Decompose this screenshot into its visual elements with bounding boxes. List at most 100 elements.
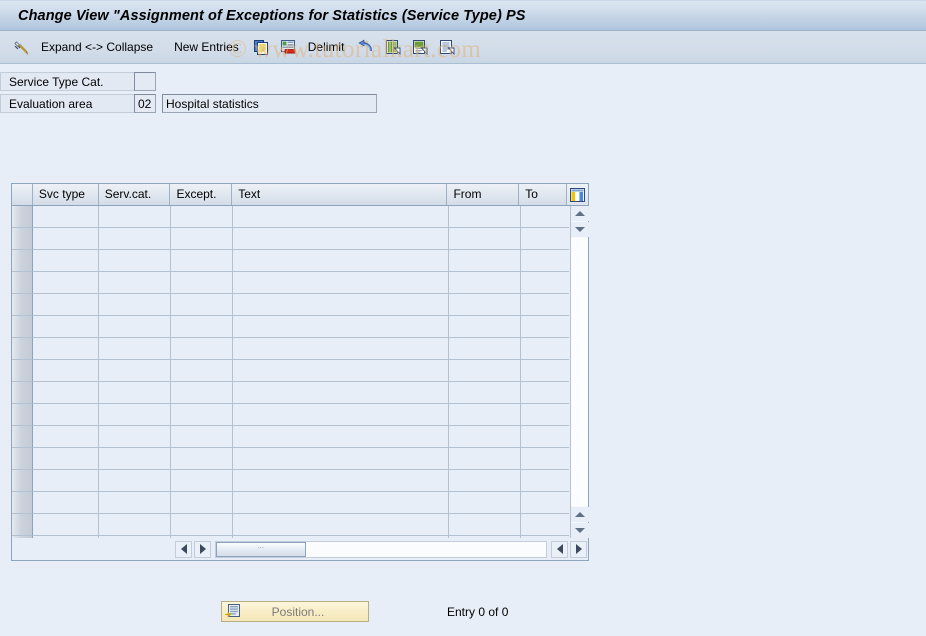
column-header-except[interactable]: Except.: [170, 184, 233, 205]
table-horizontal-scrollbar[interactable]: ⋯: [12, 538, 588, 560]
cell-svc_type[interactable]: [33, 404, 99, 426]
hscroll-left-button-end[interactable]: [551, 540, 568, 558]
cell-to[interactable]: [521, 470, 569, 492]
cell-except[interactable]: [171, 250, 233, 272]
expand-collapse-button[interactable]: Expand <-> Collapse: [35, 36, 162, 59]
cell-serv_cat[interactable]: [99, 404, 171, 426]
cell-text[interactable]: [233, 382, 449, 404]
service-type-cat-input[interactable]: [134, 72, 156, 91]
cell-to[interactable]: [521, 514, 569, 536]
table-row[interactable]: [12, 228, 570, 250]
cell-serv_cat[interactable]: [99, 294, 171, 316]
hscroll-thumb[interactable]: ⋯: [216, 541, 306, 557]
cell-svc_type[interactable]: [33, 206, 99, 228]
cell-except[interactable]: [171, 426, 233, 448]
cell-to[interactable]: [521, 360, 569, 382]
cell-svc_type[interactable]: [33, 250, 99, 272]
cell-to[interactable]: [521, 448, 569, 470]
cell-svc_type[interactable]: [33, 272, 99, 294]
cell-text[interactable]: [233, 338, 449, 360]
table-row[interactable]: [12, 272, 570, 294]
cell-except[interactable]: [171, 470, 233, 492]
row-selector[interactable]: [12, 250, 33, 272]
cell-from[interactable]: [449, 316, 521, 338]
cell-serv_cat[interactable]: [99, 338, 171, 360]
cell-from[interactable]: [449, 250, 521, 272]
cell-serv_cat[interactable]: [99, 316, 171, 338]
row-selector[interactable]: [12, 272, 33, 294]
cell-to[interactable]: [521, 492, 569, 514]
cell-text[interactable]: [233, 272, 449, 294]
cell-from[interactable]: [449, 382, 521, 404]
cell-to[interactable]: [521, 316, 569, 338]
cell-text[interactable]: [233, 360, 449, 382]
evaluation-area-key-input[interactable]: [134, 94, 156, 113]
row-selector[interactable]: [12, 382, 33, 404]
cell-serv_cat[interactable]: [99, 272, 171, 294]
table-row[interactable]: [12, 382, 570, 404]
cell-serv_cat[interactable]: [99, 206, 171, 228]
cell-serv_cat[interactable]: [99, 470, 171, 492]
cell-text[interactable]: [233, 514, 449, 536]
expand-collapse-icon-button[interactable]: [8, 36, 35, 59]
delete-button[interactable]: [275, 36, 302, 59]
cell-text[interactable]: [233, 316, 449, 338]
cell-serv_cat[interactable]: [99, 514, 171, 536]
cell-svc_type[interactable]: [33, 426, 99, 448]
cell-to[interactable]: [521, 426, 569, 448]
cell-except[interactable]: [171, 316, 233, 338]
cell-text[interactable]: [233, 228, 449, 250]
cell-except[interactable]: [171, 206, 233, 228]
hscroll-right-button[interactable]: [194, 540, 211, 558]
cell-to[interactable]: [521, 382, 569, 404]
cell-to[interactable]: [521, 404, 569, 426]
row-selector[interactable]: [12, 514, 33, 536]
cell-svc_type[interactable]: [33, 360, 99, 382]
details-button[interactable]: [434, 36, 461, 59]
hscroll-left-button[interactable]: [175, 540, 192, 558]
row-selector[interactable]: [12, 206, 33, 228]
table-row[interactable]: [12, 470, 570, 492]
table-row[interactable]: [12, 448, 570, 470]
row-selector[interactable]: [12, 404, 33, 426]
cell-from[interactable]: [449, 426, 521, 448]
row-selector[interactable]: [12, 426, 33, 448]
cell-except[interactable]: [171, 404, 233, 426]
cell-text[interactable]: [233, 470, 449, 492]
position-button[interactable]: Position...: [221, 601, 369, 622]
scroll-page-up-button[interactable]: [571, 222, 589, 237]
scroll-page-down-button[interactable]: [571, 507, 589, 522]
cell-text[interactable]: [233, 448, 449, 470]
cell-text[interactable]: [233, 404, 449, 426]
cell-except[interactable]: [171, 272, 233, 294]
cell-serv_cat[interactable]: [99, 250, 171, 272]
cell-serv_cat[interactable]: [99, 426, 171, 448]
table-row[interactable]: [12, 316, 570, 338]
row-selector[interactable]: [12, 294, 33, 316]
cell-text[interactable]: [233, 294, 449, 316]
table-row[interactable]: [12, 338, 570, 360]
cell-svc_type[interactable]: [33, 470, 99, 492]
scroll-down-button[interactable]: [571, 523, 589, 538]
cell-svc_type[interactable]: [33, 382, 99, 404]
select-block-button[interactable]: [407, 36, 434, 59]
cell-from[interactable]: [449, 492, 521, 514]
table-vertical-scrollbar[interactable]: [570, 206, 589, 538]
cell-from[interactable]: [449, 448, 521, 470]
select-all-button[interactable]: [380, 36, 407, 59]
cell-serv_cat[interactable]: [99, 492, 171, 514]
table-row[interactable]: [12, 206, 570, 228]
hscroll-track[interactable]: ⋯: [215, 540, 547, 558]
cell-from[interactable]: [449, 360, 521, 382]
cell-except[interactable]: [171, 382, 233, 404]
hscroll-right-button-end[interactable]: [570, 540, 587, 558]
table-row[interactable]: [12, 294, 570, 316]
column-header-svc-type[interactable]: Svc type: [32, 184, 99, 205]
copy-button[interactable]: [248, 36, 275, 59]
cell-except[interactable]: [171, 492, 233, 514]
row-selector[interactable]: [12, 316, 33, 338]
column-header-to[interactable]: To: [519, 184, 568, 205]
cell-except[interactable]: [171, 514, 233, 536]
cell-text[interactable]: [233, 492, 449, 514]
scroll-track[interactable]: [571, 238, 588, 506]
